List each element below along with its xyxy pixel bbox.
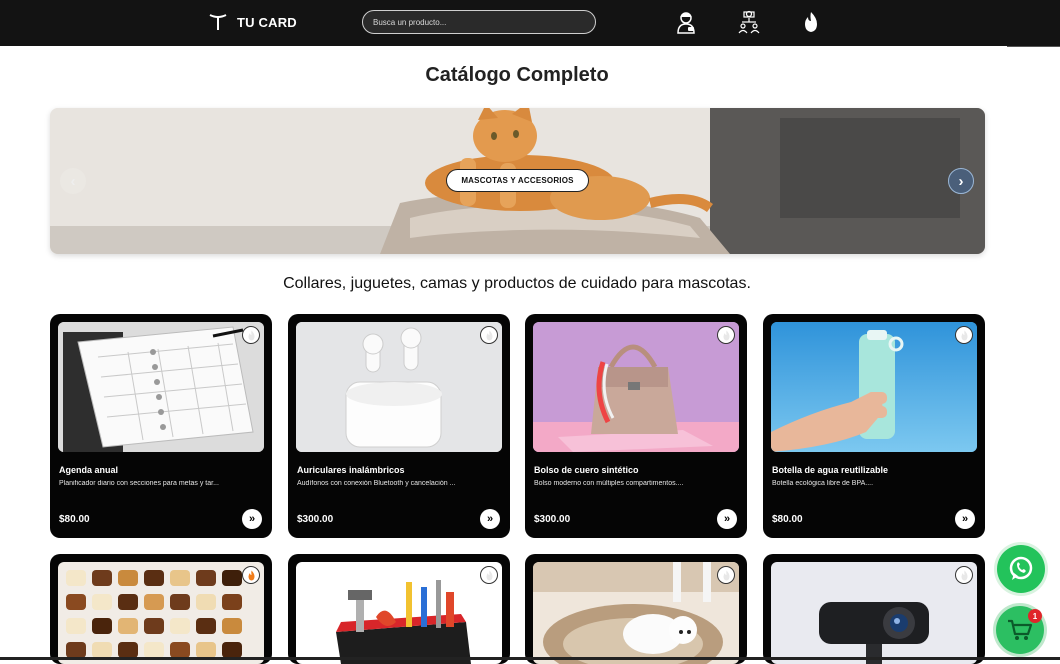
team-network-icon[interactable] xyxy=(737,10,761,34)
carousel-next-button[interactable]: › xyxy=(948,168,974,194)
product-image[interactable] xyxy=(533,562,739,664)
product-card[interactable]: Botella de agua reutilizable Botella eco… xyxy=(763,314,985,538)
product-price: $80.00 xyxy=(59,514,90,525)
support-agent-icon[interactable] xyxy=(674,10,698,34)
flame-icon xyxy=(486,330,492,340)
favorite-button[interactable] xyxy=(955,326,973,344)
page-title: Catálogo Completo xyxy=(425,64,609,86)
product-description: Bolso moderno con múltiples compartiment… xyxy=(534,480,684,487)
flame-icon xyxy=(248,570,254,580)
product-image[interactable] xyxy=(771,322,977,452)
product-description: Planificador diario con secciones para m… xyxy=(59,480,219,487)
divider xyxy=(1007,46,1060,47)
product-card[interactable] xyxy=(50,554,272,664)
flame-icon[interactable] xyxy=(799,10,823,34)
view-product-button[interactable]: » xyxy=(717,509,737,529)
favorite-button[interactable] xyxy=(717,326,735,344)
favorite-button[interactable] xyxy=(242,326,260,344)
category-label[interactable]: MASCOTAS Y ACCESORIOS xyxy=(446,169,589,192)
flame-icon xyxy=(961,330,967,340)
brand[interactable]: TU CARD xyxy=(208,11,297,33)
product-name: Agenda anual xyxy=(59,465,119,475)
flame-icon xyxy=(486,570,492,580)
search-box[interactable] xyxy=(362,10,596,34)
product-card[interactable]: Bolso de cuero sintético Bolso moderno c… xyxy=(525,314,747,538)
flame-icon xyxy=(723,570,729,580)
product-name: Auriculares inalámbricos xyxy=(297,465,405,475)
shopping-cart-icon xyxy=(1008,619,1033,640)
product-name: Botella de agua reutilizable xyxy=(772,465,889,475)
brand-name: TU CARD xyxy=(237,14,297,30)
product-card[interactable] xyxy=(763,554,985,664)
carousel-prev-button[interactable]: ‹ xyxy=(60,168,86,194)
category-description: Collares, juguetes, camas y productos de… xyxy=(283,275,751,292)
product-image[interactable] xyxy=(58,322,264,452)
product-image[interactable] xyxy=(296,322,502,452)
favorite-button[interactable] xyxy=(480,326,498,344)
brand-logo-icon xyxy=(209,14,227,30)
product-image[interactable] xyxy=(58,562,264,664)
whatsapp-icon xyxy=(1009,556,1033,580)
view-product-button[interactable]: » xyxy=(480,509,500,529)
cart-count-badge: 1 xyxy=(1028,609,1042,623)
favorite-button[interactable] xyxy=(242,566,260,584)
flame-icon xyxy=(723,330,729,340)
product-card[interactable] xyxy=(525,554,747,664)
search-input[interactable] xyxy=(363,11,595,33)
view-product-button[interactable]: » xyxy=(955,509,975,529)
product-image[interactable] xyxy=(296,562,502,664)
product-card[interactable]: Agenda anual Planificador diario con sec… xyxy=(50,314,272,538)
product-name: Bolso de cuero sintético xyxy=(534,465,639,475)
view-product-button[interactable]: » xyxy=(242,509,262,529)
flame-icon xyxy=(961,570,967,580)
flame-icon xyxy=(248,330,254,340)
whatsapp-button[interactable] xyxy=(997,545,1045,593)
product-image[interactable] xyxy=(771,562,977,664)
favorite-button[interactable] xyxy=(955,566,973,584)
product-description: Botella ecológica libre de BPA.... xyxy=(772,480,874,487)
product-price: $300.00 xyxy=(297,514,334,525)
product-description: Audífonos con conexión Bluetooth y cance… xyxy=(297,480,456,487)
product-card[interactable]: Auriculares inalámbricos Audífonos con c… xyxy=(288,314,510,538)
top-navbar: TU CARD xyxy=(0,0,1060,46)
favorite-button[interactable] xyxy=(717,566,735,584)
product-price: $80.00 xyxy=(772,514,803,525)
product-image[interactable] xyxy=(533,322,739,452)
product-price: $300.00 xyxy=(534,514,571,525)
product-card[interactable] xyxy=(288,554,510,664)
favorite-button[interactable] xyxy=(480,566,498,584)
